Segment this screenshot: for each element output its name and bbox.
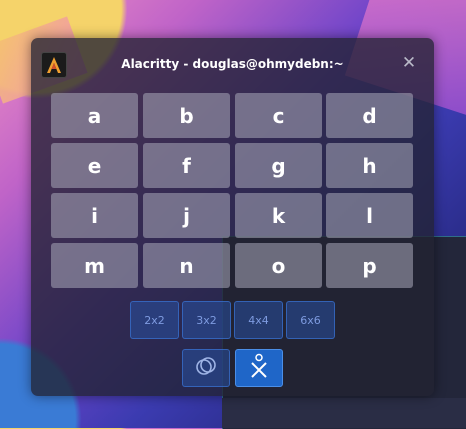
gesture-toggle-button[interactable]: [235, 349, 283, 387]
key-f[interactable]: f: [143, 143, 230, 188]
layout-6x6-button[interactable]: 6x6: [286, 301, 335, 339]
overlap-toggle-button[interactable]: [182, 349, 230, 387]
key-b[interactable]: b: [143, 93, 230, 138]
background-window-strip: [222, 398, 466, 428]
key-k[interactable]: k: [235, 193, 322, 238]
window-title: Alacritty - douglas@ohmydebn:~: [121, 57, 344, 71]
key-g[interactable]: g: [235, 143, 322, 188]
gesture-cross-icon: [247, 353, 271, 383]
key-m[interactable]: m: [51, 243, 138, 288]
layout-3x2-button[interactable]: 3x2: [182, 301, 231, 339]
key-d[interactable]: d: [326, 93, 413, 138]
title-bar[interactable]: Alacritty - douglas@ohmydebn:~ ✕: [31, 38, 434, 90]
key-n[interactable]: n: [143, 243, 230, 288]
key-j[interactable]: j: [143, 193, 230, 238]
key-p[interactable]: p: [326, 243, 413, 288]
key-h[interactable]: h: [326, 143, 413, 188]
layout-2x2-button[interactable]: 2x2: [130, 301, 179, 339]
key-e[interactable]: e: [51, 143, 138, 188]
key-c[interactable]: c: [235, 93, 322, 138]
overlap-circles-icon: [194, 354, 218, 382]
key-i[interactable]: i: [51, 193, 138, 238]
key-l[interactable]: l: [326, 193, 413, 238]
key-o[interactable]: o: [235, 243, 322, 288]
tiling-assistant-window: Alacritty - douglas@ohmydebn:~ ✕ a b c d…: [31, 38, 434, 396]
layout-4x4-button[interactable]: 4x4: [234, 301, 283, 339]
key-a[interactable]: a: [51, 93, 138, 138]
close-icon[interactable]: ✕: [400, 54, 418, 72]
